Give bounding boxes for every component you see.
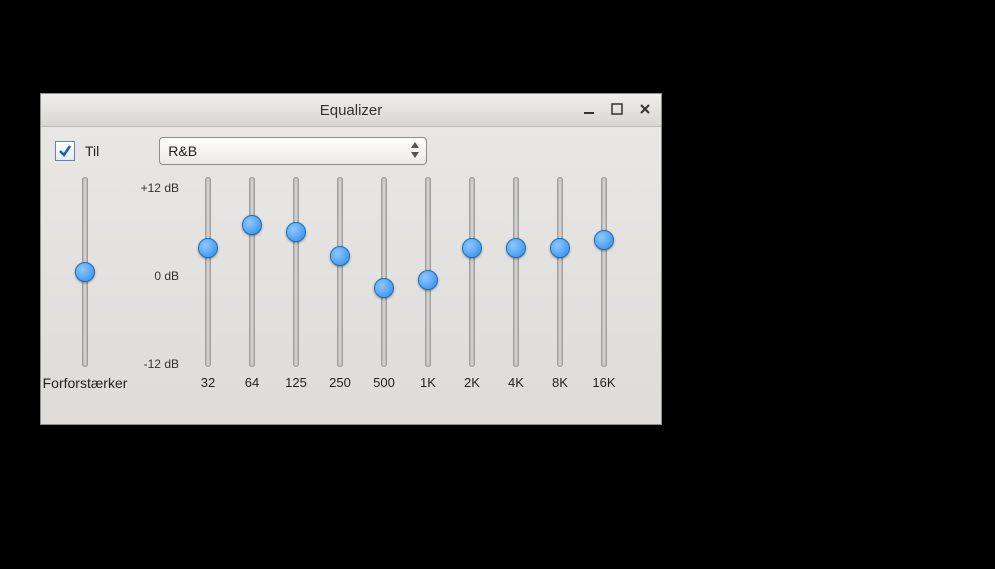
band-label-32: 32 — [201, 375, 215, 390]
band-thumb-8K[interactable] — [550, 238, 570, 258]
band-label-64: 64 — [245, 375, 259, 390]
band-thumb-32[interactable] — [198, 238, 218, 258]
band-thumb-500[interactable] — [374, 278, 394, 298]
band-label-1K: 1K — [420, 375, 436, 390]
checkmark-icon — [58, 144, 72, 158]
band-125: 125 — [281, 177, 311, 397]
scale-mid: 0 dB — [129, 269, 179, 283]
preset-selected-label: R&B — [168, 143, 197, 159]
band-slider-2K[interactable] — [469, 177, 475, 367]
window-controls — [577, 98, 657, 120]
band-500: 500 — [369, 177, 399, 397]
band-thumb-125[interactable] — [286, 222, 306, 242]
band-slider-32[interactable] — [205, 177, 211, 367]
band-label-8K: 8K — [552, 375, 568, 390]
band-label-16K: 16K — [592, 375, 615, 390]
band-slider-250[interactable] — [337, 177, 343, 367]
window-title: Equalizer — [320, 102, 383, 119]
band-thumb-4K[interactable] — [506, 238, 526, 258]
scale-max: +12 dB — [129, 181, 179, 195]
preset-select[interactable]: R&B — [159, 137, 427, 165]
band-thumb-1K[interactable] — [418, 270, 438, 290]
preamp-thumb[interactable] — [75, 262, 95, 282]
band-slider-4K[interactable] — [513, 177, 519, 367]
top-row: Til R&B — [41, 127, 661, 171]
close-icon — [639, 103, 651, 115]
band-thumb-250[interactable] — [330, 246, 350, 266]
band-16K: 16K — [589, 177, 619, 397]
bands-container: 32 64 125 250 500 1K 2K 4K 8K 16K — [193, 177, 619, 397]
enable-checkbox[interactable] — [55, 141, 75, 161]
preamp-label: Forforstærker — [43, 375, 128, 391]
scale-min: -12 dB — [129, 357, 179, 371]
band-slider-125[interactable] — [293, 177, 299, 367]
preamp-column: Forforstærker — [55, 177, 115, 397]
band-64: 64 — [237, 177, 267, 397]
minimize-icon — [583, 103, 595, 115]
band-slider-1K[interactable] — [425, 177, 431, 367]
band-label-250: 250 — [329, 375, 351, 390]
band-label-2K: 2K — [464, 375, 480, 390]
band-thumb-16K[interactable] — [594, 230, 614, 250]
band-4K: 4K — [501, 177, 531, 397]
band-250: 250 — [325, 177, 355, 397]
maximize-button[interactable] — [605, 98, 629, 120]
maximize-icon — [611, 103, 623, 115]
band-32: 32 — [193, 177, 223, 397]
minimize-button[interactable] — [577, 98, 601, 120]
enable-label: Til — [85, 143, 99, 159]
select-arrows-icon — [410, 140, 420, 160]
titlebar: Equalizer — [41, 94, 661, 127]
band-slider-500[interactable] — [381, 177, 387, 367]
band-thumb-64[interactable] — [242, 215, 262, 235]
close-button[interactable] — [633, 98, 657, 120]
band-label-4K: 4K — [508, 375, 524, 390]
band-thumb-2K[interactable] — [462, 238, 482, 258]
band-label-125: 125 — [285, 375, 307, 390]
band-slider-16K[interactable] — [601, 177, 607, 367]
band-2K: 2K — [457, 177, 487, 397]
band-8K: 8K — [545, 177, 575, 397]
equalizer-window: Equalizer Til R&B — [40, 93, 662, 425]
equalizer-area: Forforstærker +12 dB 0 dB -12 dB 32 64 125… — [41, 171, 661, 407]
band-slider-8K[interactable] — [557, 177, 563, 367]
db-scale: +12 dB 0 dB -12 dB — [129, 177, 179, 375]
band-1K: 1K — [413, 177, 443, 397]
band-label-500: 500 — [373, 375, 395, 390]
preamp-slider[interactable] — [82, 177, 88, 367]
band-slider-64[interactable] — [249, 177, 255, 367]
